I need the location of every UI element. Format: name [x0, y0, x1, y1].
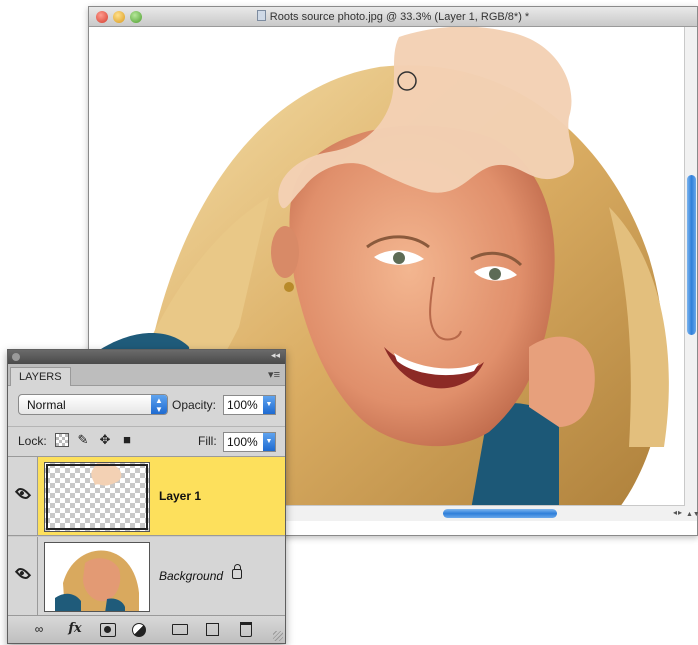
document-titlebar[interactable]: Roots source photo.jpg @ 33.3% (Layer 1,… [89, 7, 697, 27]
lock-all-icon[interactable]: ■ [120, 433, 134, 447]
layer1-thumbnail-paint [91, 463, 122, 486]
panel-menu-icon[interactable]: ▾≡ [268, 368, 280, 381]
lock-row: Lock: ✎ ✥ ■ Fill: 100% ▼ [8, 426, 285, 454]
lock-label: Lock: [18, 434, 47, 448]
link-layers-icon[interactable]: ∞ [28, 621, 50, 637]
vertical-scroll-thumb[interactable] [687, 175, 696, 335]
panel-header[interactable]: ◂◂ [8, 350, 285, 364]
horizontal-scroll-thumb[interactable] [443, 509, 557, 518]
layer-row-layer1[interactable]: Layer 1 [8, 457, 285, 536]
panel-collapse-icon[interactable]: ◂◂ [271, 350, 280, 361]
layer-name[interactable]: Background [159, 569, 223, 583]
fill-field[interactable]: 100% ▼ [223, 432, 276, 452]
lock-transparency-icon[interactable] [55, 433, 69, 447]
padlock-icon [232, 564, 242, 579]
layer-thumbnail[interactable] [44, 462, 150, 532]
fill-dropdown-icon[interactable]: ▼ [263, 433, 275, 451]
background-thumbnail-photo [45, 543, 149, 611]
fill-label: Fill: [198, 434, 217, 448]
resize-grip-icon[interactable] [273, 631, 283, 641]
blend-mode-value: Normal [27, 398, 66, 412]
layer-thumbnail[interactable] [44, 542, 150, 612]
lock-image-pixels-icon[interactable]: ✎ [76, 433, 90, 447]
eye-icon [14, 565, 32, 582]
screen: Roots source photo.jpg @ 33.3% (Layer 1,… [0, 0, 698, 645]
layers-panel: ◂◂ LAYERS ▾≡ Normal ▲ ▼ Opacity: 100% ▼ L… [7, 349, 286, 644]
add-mask-icon[interactable] [100, 623, 116, 637]
opacity-field[interactable]: 100% ▼ [223, 395, 276, 415]
panel-footer: ∞ fx [8, 615, 285, 643]
visibility-toggle[interactable] [8, 537, 38, 615]
layer-row-background[interactable]: Background [8, 537, 285, 616]
document-title-wrap: Roots source photo.jpg @ 33.3% (Layer 1,… [89, 10, 697, 23]
opacity-dropdown-icon[interactable]: ▼ [263, 396, 275, 414]
blend-mode-select[interactable]: Normal ▲ ▼ [18, 394, 168, 415]
fx-icon[interactable]: fx [64, 621, 86, 637]
new-group-icon[interactable] [172, 624, 188, 635]
new-layer-icon[interactable] [206, 623, 219, 636]
visibility-toggle[interactable] [8, 457, 38, 535]
fill-value: 100% [227, 435, 258, 449]
tab-layers[interactable]: LAYERS [10, 367, 71, 386]
vertical-scroll-arrows[interactable]: ▲▼ [686, 511, 698, 519]
panel-tab-row: LAYERS ▾≡ [8, 364, 285, 386]
adjustment-layer-icon[interactable] [132, 623, 146, 637]
opacity-label: Opacity: [172, 398, 217, 412]
document-title: Roots source photo.jpg @ 33.3% (Layer 1,… [269, 11, 530, 23]
document-file-icon [256, 10, 266, 21]
opacity-value: 100% [227, 398, 258, 412]
trash-icon[interactable] [240, 622, 252, 637]
panel-close-button[interactable] [12, 353, 20, 361]
layers-list: Layer 1 Background [8, 456, 285, 616]
eye-icon [14, 485, 32, 502]
lock-position-icon[interactable]: ✥ [98, 433, 112, 447]
blend-mode-arrows-icon[interactable]: ▲ ▼ [151, 395, 167, 414]
horizontal-scroll-arrows[interactable]: ◂▸ [673, 508, 683, 517]
layer-name[interactable]: Layer 1 [159, 489, 201, 503]
vertical-scrollbar[interactable]: ▲▼ [684, 27, 698, 521]
